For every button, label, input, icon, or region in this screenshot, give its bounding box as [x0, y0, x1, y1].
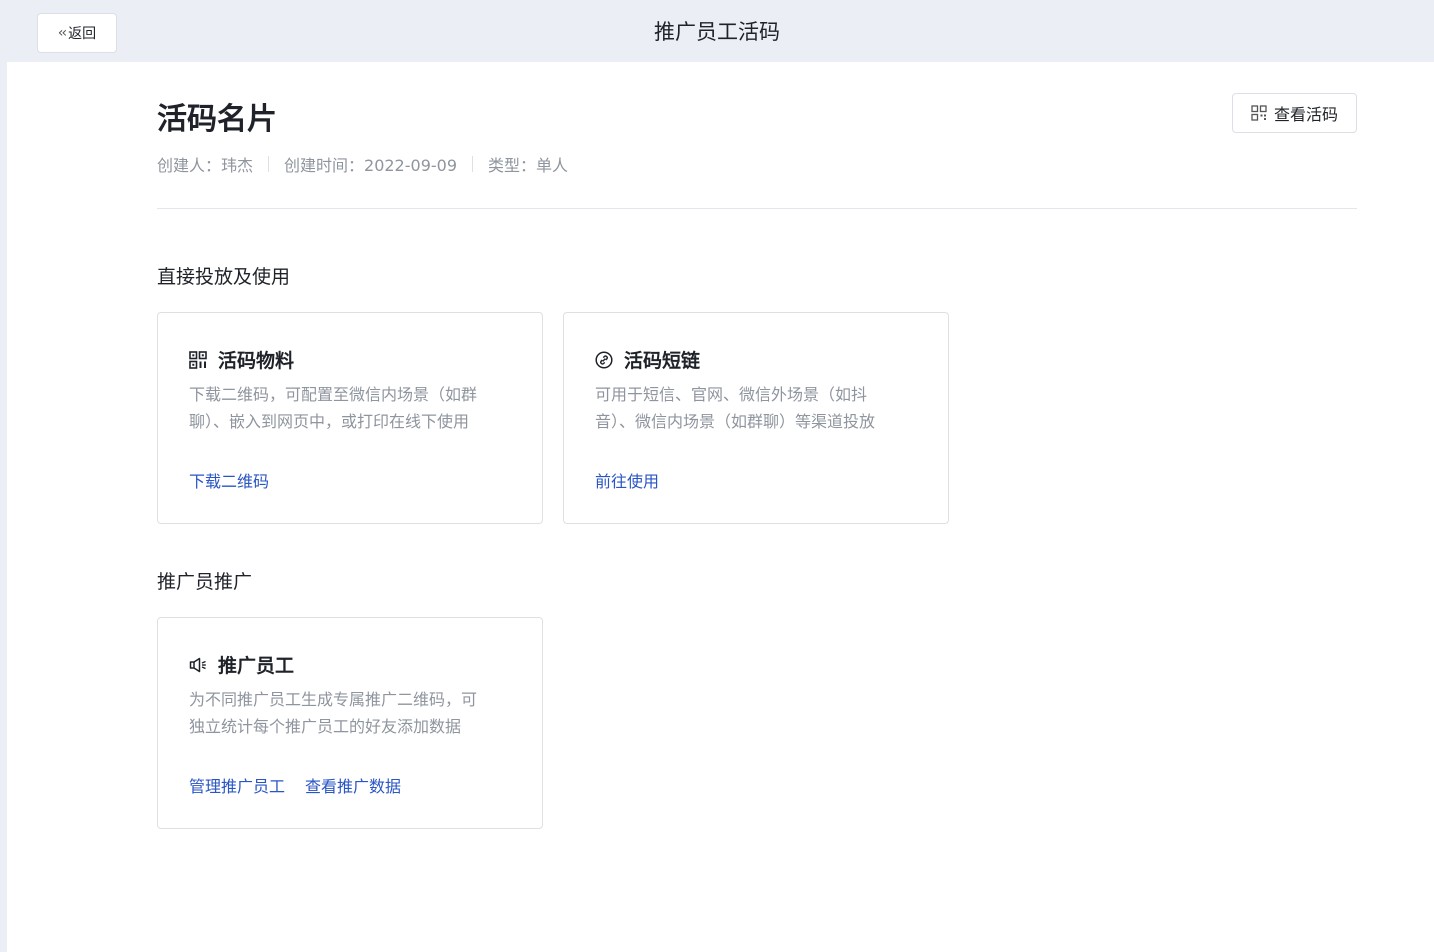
card-desc-line: 下载二维码，可配置至微信内场景（如群: [189, 385, 478, 404]
card-code-material: 活码物料 下载二维码，可配置至微信内场景（如群 聊）、嵌入到网页中，或打印在线下…: [157, 312, 543, 524]
section-title-direct: 直接投放及使用: [157, 266, 291, 288]
go-use-link[interactable]: 前往使用: [595, 468, 659, 492]
manage-promoters-link[interactable]: 管理推广员工: [189, 773, 285, 797]
card-promoter-staff: 推广员工 为不同推广员工生成专属推广二维码，可 独立统计每个推广员工的好友添加数…: [157, 617, 543, 829]
back-button[interactable]: ‹‹ 返回: [37, 13, 117, 53]
card-header: 活码短链: [595, 346, 700, 373]
card-title: 推广员工: [218, 655, 295, 677]
view-code-label: 查看活码: [1273, 105, 1338, 124]
card-links: 下载二维码: [189, 468, 289, 492]
creator-text: 创建人：玮杰: [157, 156, 254, 175]
profile-meta: 创建人：玮杰 创建时间：2022-09-09 类型：单人: [157, 152, 568, 176]
card-short-link: 活码短链 可用于短信、官网、微信外场景（如抖 音）、微信内场景（如群聊）等渠道投…: [563, 312, 949, 524]
double-chevron-left-icon: ‹‹: [57, 25, 67, 41]
card-description: 为不同推广员工生成专属推广二维码，可 独立统计每个推广员工的好友添加数据: [189, 686, 519, 740]
card-title: 活码物料: [218, 350, 295, 372]
card-header: 活码物料: [189, 346, 294, 373]
link-icon: [595, 350, 613, 369]
card-desc-line: 音）、微信内场景（如群聊）等渠道投放: [595, 412, 876, 431]
card-desc-line: 可用于短信、官网、微信外场景（如抖: [595, 385, 868, 404]
card-description: 可用于短信、官网、微信外场景（如抖 音）、微信内场景（如群聊）等渠道投放: [595, 381, 925, 435]
card-description: 下载二维码，可配置至微信内场景（如群 聊）、嵌入到网页中，或打印在线下使用: [189, 381, 519, 435]
meta-separator: [472, 156, 474, 172]
meta-separator: [268, 156, 270, 172]
section-title-promoter: 推广员推广: [157, 571, 253, 593]
view-code-button[interactable]: 查看活码: [1232, 93, 1357, 133]
view-promotion-data-link[interactable]: 查看推广数据: [305, 773, 401, 797]
top-bar: 推广员工活码 ‹‹ 返回: [0, 0, 1434, 62]
card-desc-line: 聊）、嵌入到网页中，或打印在线下使用: [189, 412, 470, 431]
divider: [157, 208, 1357, 209]
card-title: 活码短链: [624, 350, 701, 372]
qrcode-icon: [1251, 105, 1267, 121]
profile-title: 活码名片: [157, 102, 277, 137]
megaphone-icon: [189, 656, 207, 674]
card-links: 管理推广员工 查看推广数据: [189, 773, 421, 797]
type-text: 类型：单人: [488, 156, 569, 175]
card-header: 推广员工: [189, 651, 294, 678]
main-content: 活码名片 创建人：玮杰 创建时间：2022-09-09 类型：单人 查看活码 直…: [7, 62, 1434, 952]
back-button-label: 返回: [68, 26, 97, 42]
qrcode-icon: [189, 350, 207, 369]
page-title: 推广员工活码: [654, 20, 780, 44]
card-desc-line: 独立统计每个推广员工的好友添加数据: [189, 717, 462, 736]
card-links: 前往使用: [595, 468, 679, 492]
card-desc-line: 为不同推广员工生成专属推广二维码，可: [189, 690, 478, 709]
download-qrcode-link[interactable]: 下载二维码: [189, 468, 269, 492]
created-time-text: 创建时间：2022-09-09: [284, 156, 458, 175]
